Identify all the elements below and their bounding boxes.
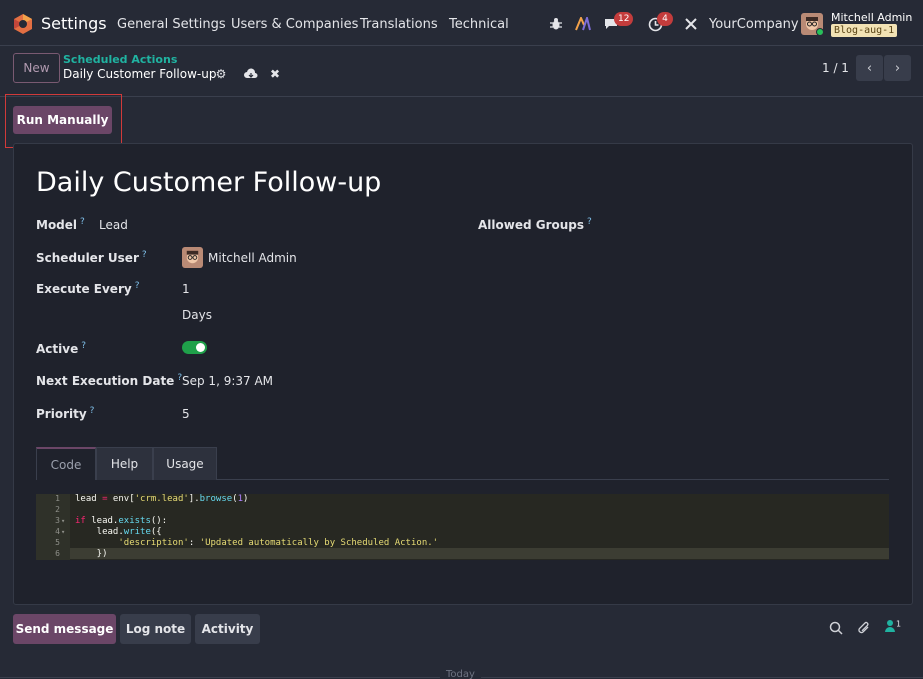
control-panel: New Scheduled Actions Daily Customer Fol…	[0, 47, 923, 97]
today-label: Today	[440, 669, 481, 679]
database-badge: Blog-aug-1	[831, 24, 898, 37]
code-line: if lead.exists():	[75, 516, 168, 526]
active-label: Active?	[36, 341, 86, 356]
model-value[interactable]: Lead	[99, 218, 128, 232]
followers-button[interactable]: 1	[884, 619, 906, 637]
fold-arrow-icon[interactable]: ▾	[61, 517, 65, 525]
scheduler-user-avatar	[182, 247, 203, 268]
code-line: lead.write({	[75, 527, 162, 537]
user-avatar[interactable]	[801, 13, 823, 35]
code-editor[interactable]: 1 2 3 4 5 6 ▾ ▾ lead = env['crm.lead'].b…	[36, 494, 889, 560]
studio-icon[interactable]	[573, 14, 593, 34]
pager-value[interactable]: 1 / 1	[822, 61, 849, 75]
line-number: 2	[55, 505, 60, 514]
app-name[interactable]: Settings	[41, 14, 107, 33]
tab-code[interactable]: Code	[36, 447, 96, 480]
breadcrumb-parent[interactable]: Scheduled Actions	[63, 53, 177, 66]
code-line: 'description': 'Updated automatically by…	[118, 538, 439, 548]
activity-button[interactable]: Activity	[195, 614, 260, 644]
priority-field[interactable]: 5	[182, 407, 190, 421]
tab-help[interactable]: Help	[96, 447, 153, 480]
breadcrumb-current: Daily Customer Follow-up	[63, 67, 217, 81]
model-label: Model?	[36, 217, 85, 232]
send-message-button[interactable]: Send message	[13, 614, 116, 644]
odoo-logo-icon[interactable]	[12, 13, 34, 35]
followers-icon	[885, 620, 895, 632]
active-toggle[interactable]	[182, 341, 207, 354]
line-number: 6	[55, 549, 60, 558]
interval-type-field[interactable]: Days	[182, 308, 212, 322]
next-execution-label: Next Execution Date?	[36, 373, 183, 388]
discard-icon[interactable]: ✖	[268, 67, 282, 81]
code-line: })	[75, 549, 108, 559]
bug-icon[interactable]	[546, 14, 566, 34]
user-name[interactable]: Mitchell Admin	[831, 11, 912, 24]
execute-every-label: Execute Every?	[36, 281, 140, 296]
followers-count: 1	[896, 619, 902, 629]
cloud-save-icon[interactable]	[244, 67, 258, 81]
company-switcher[interactable]: YourCompany	[709, 17, 799, 32]
priority-label: Priority?	[36, 406, 95, 421]
menu-technical[interactable]: Technical	[449, 17, 509, 32]
chevron-left-icon[interactable]: ‹	[856, 55, 883, 81]
menu-general-settings[interactable]: General Settings	[117, 17, 226, 32]
tools-icon[interactable]	[681, 14, 701, 34]
code-line: lead = env['crm.lead'].browse(1)	[75, 494, 249, 504]
scheduler-user-label: Scheduler User?	[36, 250, 147, 265]
line-number: 5	[55, 538, 60, 547]
run-manually-button[interactable]: Run Manually	[13, 106, 112, 134]
tab-usage[interactable]: Usage	[153, 447, 217, 480]
top-navbar: Settings General Settings Users & Compan…	[0, 0, 923, 46]
menu-users-companies[interactable]: Users & Companies	[231, 17, 358, 32]
active-line-highlight	[70, 548, 889, 559]
menu-translations[interactable]: Translations	[360, 17, 438, 32]
gear-icon[interactable]: ⚙	[214, 67, 228, 81]
messages-badge: 12	[614, 12, 634, 26]
new-button[interactable]: New	[13, 53, 60, 83]
log-note-button[interactable]: Log note	[120, 614, 191, 644]
toggle-knob	[196, 343, 205, 352]
paperclip-icon[interactable]	[856, 620, 872, 636]
allowed-groups-label: Allowed Groups?	[478, 217, 592, 232]
interval-number-field[interactable]: 1	[182, 282, 190, 296]
page-title: Daily Customer Follow-up	[36, 167, 382, 198]
chevron-right-icon[interactable]: ›	[884, 55, 911, 81]
search-icon[interactable]	[828, 620, 844, 636]
fold-arrow-icon[interactable]: ▾	[61, 528, 65, 536]
line-number: 1	[55, 494, 60, 503]
scheduler-user-value[interactable]: Mitchell Admin	[208, 251, 297, 265]
next-execution-field[interactable]: Sep 1, 9:37 AM	[182, 374, 273, 388]
activities-badge: 4	[657, 12, 673, 26]
online-status-icon	[816, 28, 823, 35]
line-number: 3	[55, 516, 60, 525]
line-number: 4	[55, 527, 60, 536]
